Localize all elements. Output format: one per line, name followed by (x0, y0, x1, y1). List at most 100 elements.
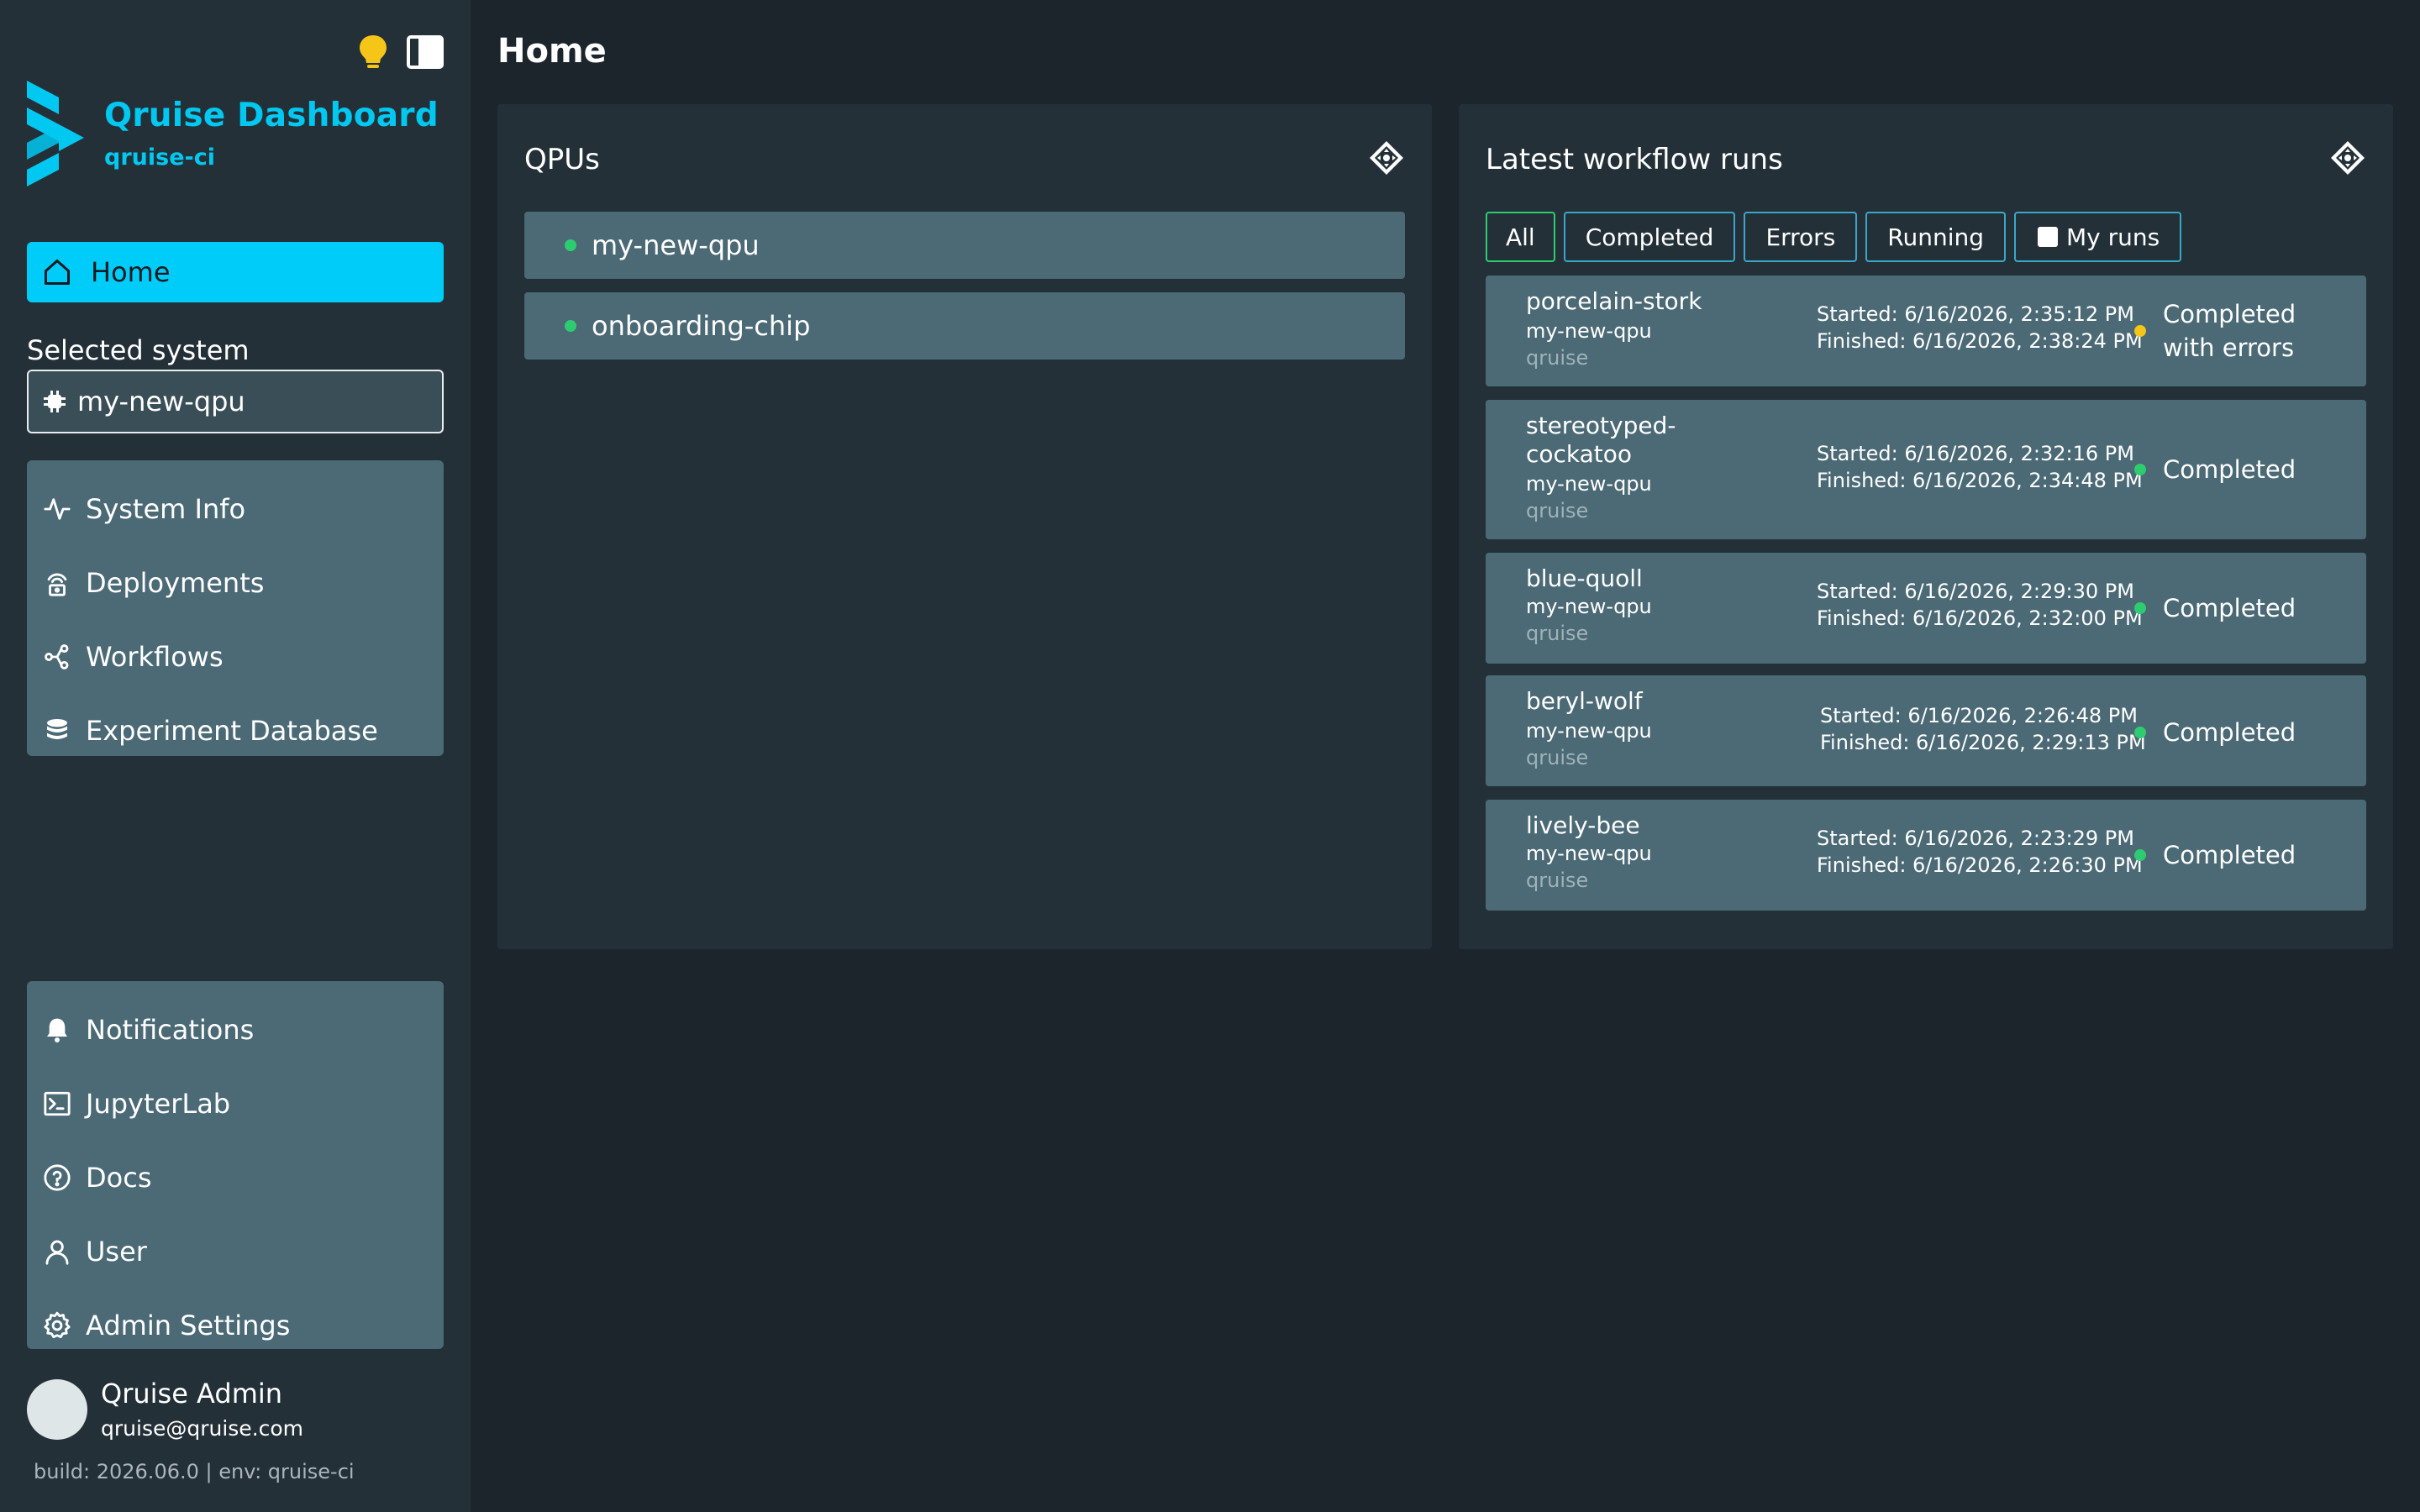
run-status: Completed (2163, 718, 2296, 747)
nav-item-home[interactable]: Home (27, 242, 444, 302)
nav-item-system-info[interactable]: System Info (27, 472, 444, 546)
run-item[interactable]: blue-quoll my-new-qpu qruise Started: 6/… (1486, 553, 2366, 664)
nav-item-user[interactable]: User (27, 1215, 444, 1289)
run-user: qruise (1526, 746, 1589, 769)
run-started: Started: 6/16/2026, 2:32:16 PM (1817, 442, 2134, 465)
run-started: Started: 6/16/2026, 2:23:29 PM (1817, 827, 2134, 850)
run-user: qruise (1526, 346, 1589, 370)
activity-icon (42, 494, 72, 524)
run-status: Completed (2163, 455, 2296, 484)
page-title: Home (497, 32, 607, 71)
qruise-logo-icon (27, 81, 84, 186)
drag-move-icon[interactable] (1368, 139, 1405, 176)
workflow-runs-panel-title: Latest workflow runs (1486, 143, 1783, 176)
nav-item-admin-settings[interactable]: Admin Settings (27, 1289, 444, 1362)
selected-system-value: my-new-qpu (77, 386, 245, 417)
nav-item-label: Deployments (86, 567, 265, 599)
workflow-icon (42, 642, 72, 672)
nav-item-notifications[interactable]: Notifications (27, 993, 444, 1067)
run-status: Completed (2163, 841, 2296, 869)
qpu-name: my-new-qpu (592, 229, 760, 261)
nav-item-label: Notifications (86, 1014, 255, 1046)
drag-move-icon[interactable] (2329, 139, 2366, 176)
qpus-panel-title: QPUs (524, 143, 600, 176)
status-dot (565, 239, 576, 251)
qpu-item[interactable]: my-new-qpu (524, 212, 1405, 279)
run-user: qruise (1526, 622, 1589, 645)
terminal-icon (42, 1089, 72, 1119)
qpu-name: onboarding-chip (592, 310, 811, 342)
bell-icon (42, 1015, 72, 1045)
user-name: Qruise Admin (101, 1378, 283, 1410)
run-finished: Finished: 6/16/2026, 2:32:00 PM (1817, 606, 2143, 630)
status-dot (2134, 849, 2146, 861)
run-name: blue-quoll (1526, 564, 1643, 592)
sidebar: Qruise Dashboard qruise-ci Home Selected… (0, 0, 471, 1512)
nav-item-label: Experiment Database (86, 715, 378, 747)
run-item[interactable]: porcelain-stork my-new-qpu qruise Starte… (1486, 276, 2366, 386)
qpu-item[interactable]: onboarding-chip (524, 292, 1405, 360)
help-circle-icon (42, 1163, 72, 1193)
gear-icon (42, 1310, 72, 1341)
nav-item-experiment-database[interactable]: Experiment Database (27, 694, 444, 768)
run-started: Started: 6/16/2026, 2:29:30 PM (1817, 580, 2134, 603)
run-qpu: my-new-qpu (1526, 472, 1652, 496)
database-icon (42, 716, 72, 746)
run-filters: All Completed Errors Running My runs (1486, 212, 2182, 262)
nav-item-docs[interactable]: Docs (27, 1141, 444, 1215)
run-status: Completed (2163, 594, 2296, 622)
workflow-runs-panel: Latest workflow runs All Completed Error… (1459, 104, 2393, 949)
nav-item-label: Home (91, 256, 171, 288)
build-info: build: 2026.06.0 | env: qruise-ci (34, 1460, 355, 1483)
app-nav-group: Notifications JupyterLab Docs User Admin… (27, 981, 444, 1349)
system-nav-group: System Info Deployments Workflows Experi… (27, 460, 444, 756)
chip-icon (44, 391, 66, 412)
run-finished: Finished: 6/16/2026, 2:34:48 PM (1817, 469, 2143, 492)
avatar (27, 1378, 87, 1440)
status-dot (2134, 602, 2146, 614)
run-item[interactable]: beryl-wolf my-new-qpu qruise Started: 6/… (1486, 675, 2366, 786)
filter-all[interactable]: All (1486, 212, 1555, 262)
nav-item-label: User (86, 1236, 147, 1268)
nav-item-label: Docs (86, 1162, 152, 1194)
user-profile[interactable]: Qruise Admin qruise@qruise.com (27, 1378, 303, 1441)
run-qpu: my-new-qpu (1526, 842, 1652, 865)
user-email: qruise@qruise.com (101, 1416, 304, 1441)
status-dot (565, 320, 576, 332)
my-runs-checkbox[interactable] (2038, 227, 2059, 247)
run-name: porcelain-stork (1526, 287, 1702, 315)
lightbulb-icon[interactable] (355, 34, 392, 71)
user-icon (42, 1236, 72, 1267)
run-finished: Finished: 6/16/2026, 2:29:13 PM (1820, 731, 2146, 754)
status-dot (2134, 325, 2146, 337)
nav-item-deployments[interactable]: Deployments (27, 546, 444, 620)
run-qpu: my-new-qpu (1526, 319, 1652, 343)
qpus-panel: QPUs my-new-qpu onboarding-chip (497, 104, 1432, 949)
brand-title: Qruise Dashboard (104, 97, 439, 134)
filter-errors[interactable]: Errors (1744, 212, 1858, 262)
brand-subtitle: qruise-ci (104, 144, 215, 171)
nav-item-label: Workflows (86, 641, 224, 673)
sidebar-toggle-icon[interactable] (407, 34, 444, 71)
filter-my-runs-label: My runs (2066, 223, 2160, 251)
nav-item-workflows[interactable]: Workflows (27, 620, 444, 694)
sidebar-top-icons (355, 34, 444, 71)
run-user: qruise (1526, 869, 1589, 892)
run-item[interactable]: stereotyped-cockatoo my-new-qpu qruise S… (1486, 400, 2366, 539)
nav-item-label: Admin Settings (86, 1310, 291, 1341)
run-item[interactable]: lively-bee my-new-qpu qruise Started: 6/… (1486, 800, 2366, 911)
run-user: qruise (1526, 499, 1589, 522)
run-started: Started: 6/16/2026, 2:35:12 PM (1817, 302, 2134, 326)
filter-running[interactable]: Running (1865, 212, 2007, 262)
nav-item-label: JupyterLab (86, 1088, 231, 1120)
filter-my-runs[interactable]: My runs (2014, 212, 2182, 262)
broadcast-icon (42, 568, 72, 598)
status-dot (2134, 464, 2146, 475)
run-name: lively-bee (1526, 811, 1640, 839)
run-qpu: my-new-qpu (1526, 719, 1652, 743)
system-selector[interactable]: my-new-qpu (27, 370, 444, 433)
filter-completed[interactable]: Completed (1563, 212, 1736, 262)
home-icon (42, 257, 72, 287)
run-finished: Finished: 6/16/2026, 2:38:24 PM (1817, 329, 2143, 353)
nav-item-jupyterlab[interactable]: JupyterLab (27, 1067, 444, 1141)
